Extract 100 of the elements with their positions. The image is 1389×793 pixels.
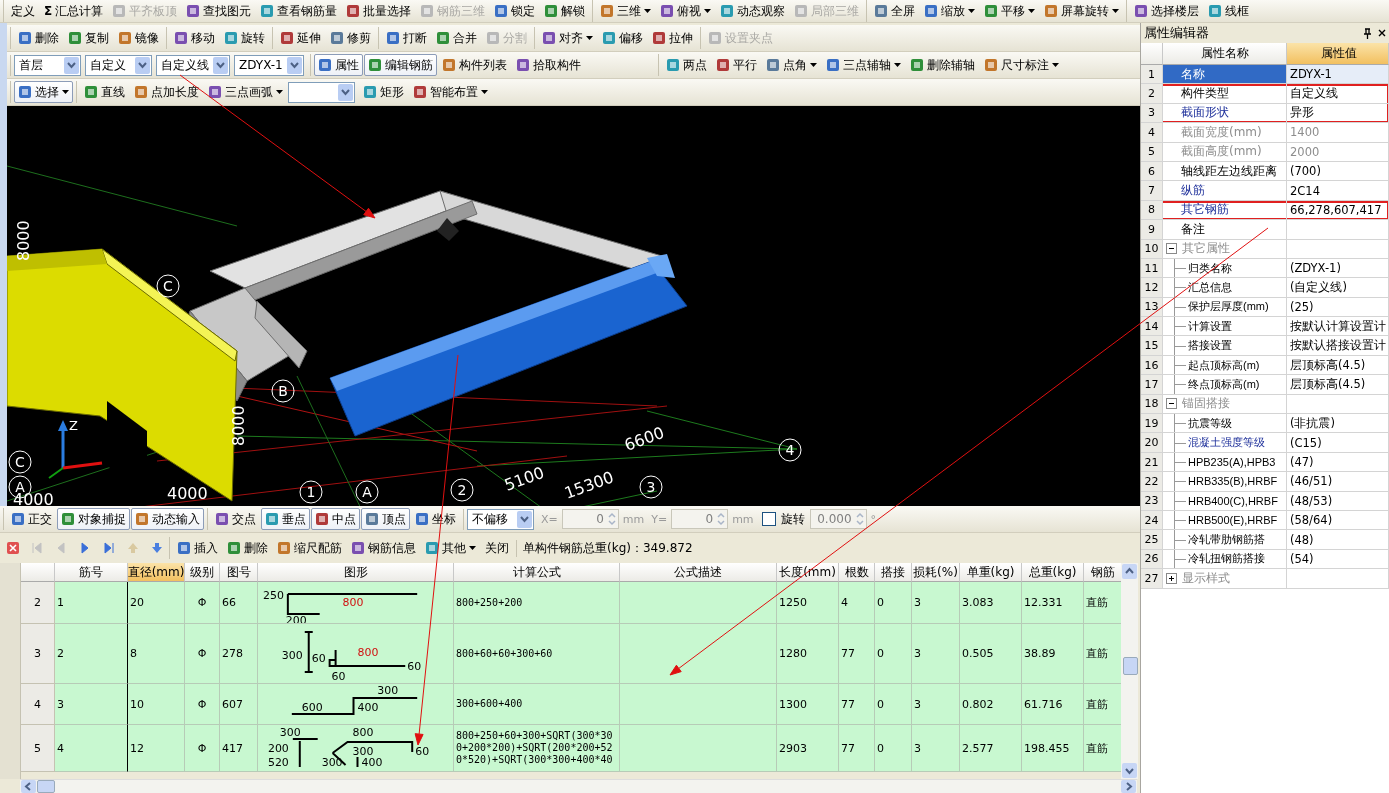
- column-header[interactable]: 钢筋: [1084, 563, 1122, 582]
- toolbar-button[interactable]: 三点辅轴: [821, 54, 905, 76]
- property-name[interactable]: 抗震等级: [1163, 414, 1287, 434]
- checkbox[interactable]: 旋转: [757, 510, 809, 528]
- column-header[interactable]: 总重(kg): [1022, 563, 1084, 582]
- toolbar-button[interactable]: 删除: [223, 537, 272, 559]
- toolbar-button[interactable]: 复制: [64, 27, 113, 49]
- property-name[interactable]: 其它钢筋: [1163, 200, 1287, 221]
- toolbar-button[interactable]: 选择楼层: [1130, 0, 1204, 22]
- toolbar-button[interactable]: 修剪: [326, 27, 375, 49]
- property-name[interactable]: 起点顶标高(m): [1163, 355, 1287, 376]
- property-value[interactable]: [1287, 394, 1389, 415]
- toolbar-button[interactable]: 缩放: [920, 0, 980, 22]
- toolbar-button[interactable]: 对齐: [538, 27, 597, 49]
- toolbar-button[interactable]: 构件列表: [437, 54, 511, 76]
- property-name[interactable]: 纵筋: [1163, 181, 1287, 201]
- toolbar-button[interactable]: 三点画弧: [204, 81, 287, 103]
- toolbar-button[interactable]: 动态输入: [131, 508, 204, 530]
- toolbar-button[interactable]: 删除辅轴: [905, 54, 979, 76]
- toolbar-button[interactable]: 坐标: [411, 508, 460, 530]
- toolbar-button[interactable]: 选择: [14, 81, 73, 103]
- toolbar-button[interactable]: 编辑钢筋: [363, 54, 437, 76]
- toolbar-button[interactable]: 中点: [311, 508, 360, 530]
- column-header[interactable]: 级别: [185, 563, 220, 582]
- property-value[interactable]: [1287, 220, 1389, 240]
- property-name[interactable]: HRB500(E),HRBF: [1163, 511, 1287, 531]
- property-name[interactable]: 显示样式: [1182, 569, 1230, 587]
- property-value[interactable]: 按默认搭接设置计: [1287, 336, 1389, 356]
- toolbar-button[interactable]: 交点: [211, 508, 260, 530]
- column-header[interactable]: 公式描述: [620, 563, 777, 582]
- property-value[interactable]: (C15): [1287, 433, 1389, 453]
- column-header[interactable]: 直径(mm): [128, 563, 185, 582]
- dropdown[interactable]: 自定义线: [156, 54, 230, 76]
- property-name[interactable]: 锚固搭接: [1182, 395, 1230, 413]
- property-value[interactable]: (700): [1287, 161, 1389, 182]
- toolbar-button[interactable]: 尺寸标注: [979, 54, 1063, 76]
- property-value[interactable]: 层顶标高(4.5): [1287, 375, 1389, 395]
- toolbar-button[interactable]: 拉伸: [648, 27, 697, 49]
- property-name[interactable]: HRB400(C),HRBF: [1163, 491, 1287, 511]
- toolbar-button[interactable]: 屏幕旋转: [1040, 0, 1124, 22]
- close-icon[interactable]: [1378, 29, 1386, 37]
- property-name[interactable]: HRB335(B),HRBF: [1163, 472, 1287, 492]
- toolbar-button[interactable]: 定义: [7, 0, 39, 22]
- toolbar-button[interactable]: 打断: [382, 27, 431, 49]
- pin-icon[interactable]: [1363, 27, 1372, 39]
- toolbar-button[interactable]: 点加长度: [130, 81, 203, 103]
- minus-icon[interactable]: [1166, 398, 1177, 410]
- property-value[interactable]: ZDYX-1: [1287, 65, 1389, 85]
- column-header[interactable]: 筋号: [55, 563, 128, 582]
- property-value[interactable]: (ZDYX-1): [1287, 258, 1389, 279]
- property-value[interactable]: 按默认计算设置计: [1287, 317, 1389, 337]
- toolbar-button[interactable]: 其他: [421, 537, 480, 559]
- toolbar-button[interactable]: 正交: [7, 508, 56, 530]
- horizontal-scrollbar[interactable]: [20, 779, 1137, 793]
- toolbar-button[interactable]: 全屏: [870, 0, 920, 22]
- property-name[interactable]: 轴线距左边线距离: [1163, 161, 1287, 182]
- toolbar-button[interactable]: 合并: [432, 27, 481, 49]
- toolbar-button[interactable]: 动态观察: [716, 0, 790, 22]
- scroll-thumb[interactable]: [37, 780, 55, 793]
- toolbar-button[interactable]: 平移: [980, 0, 1040, 22]
- property-value[interactable]: 2C14: [1287, 181, 1389, 201]
- toolbar-button[interactable]: 关闭: [481, 537, 513, 559]
- toolbar-button[interactable]: 钢筋信息: [347, 537, 420, 559]
- vertical-scrollbar[interactable]: [1121, 563, 1138, 779]
- property-value[interactable]: (非抗震): [1287, 414, 1389, 434]
- column-header[interactable]: 计算公式: [454, 563, 620, 582]
- toolbar-button[interactable]: 查找图元: [182, 0, 256, 22]
- property-value[interactable]: 层顶标高(4.5): [1287, 355, 1389, 376]
- toolbar-button[interactable]: 移动: [170, 27, 219, 49]
- toolbar-button[interactable]: 直线: [80, 81, 129, 103]
- toolbar-button[interactable]: 俯视: [656, 0, 716, 22]
- toolbar-button[interactable]: 插入: [173, 537, 222, 559]
- toolbar-button[interactable]: 批量选择: [342, 0, 416, 22]
- dropdown[interactable]: ZDYX-1: [234, 54, 304, 76]
- property-name[interactable]: HPB235(A),HPB3: [1163, 452, 1287, 473]
- property-value[interactable]: [1287, 239, 1389, 259]
- toolbar-button[interactable]: 旋转: [220, 27, 269, 49]
- column-header[interactable]: 图号: [220, 563, 258, 582]
- toolbar-button[interactable]: 点角: [761, 54, 821, 76]
- property-value[interactable]: 66,278,607,417: [1287, 200, 1389, 221]
- toolbar-button[interactable]: 三维: [596, 0, 656, 22]
- property-name[interactable]: 混凝土强度等级: [1163, 433, 1287, 453]
- property-value[interactable]: (58/64): [1287, 511, 1389, 531]
- property-value[interactable]: (48): [1287, 530, 1389, 550]
- column-header[interactable]: 图形: [258, 563, 454, 582]
- property-value[interactable]: (25): [1287, 297, 1389, 318]
- property-name[interactable]: 计算设置: [1163, 317, 1287, 337]
- toolbar-button[interactable]: 顶点: [361, 508, 410, 530]
- property-name[interactable]: 截面形状: [1163, 103, 1287, 124]
- toolbar-button[interactable]: Σ 汇总计算: [40, 0, 108, 22]
- property-value[interactable]: (48/53): [1287, 491, 1389, 511]
- property-name[interactable]: 冷轧带肋钢筋搭: [1163, 530, 1287, 550]
- toolbar-button[interactable]: 智能布置: [409, 81, 492, 103]
- dropdown[interactable]: [288, 81, 355, 103]
- property-name[interactable]: 构件类型: [1163, 84, 1287, 104]
- column-header[interactable]: 搭接: [875, 563, 912, 582]
- toolbar-button[interactable]: 镜像: [114, 27, 163, 49]
- toolbar-button[interactable]: 延伸: [276, 27, 325, 49]
- property-name[interactable]: 名称: [1163, 65, 1287, 85]
- toolbar-button[interactable]: 缩尺配筋: [273, 537, 346, 559]
